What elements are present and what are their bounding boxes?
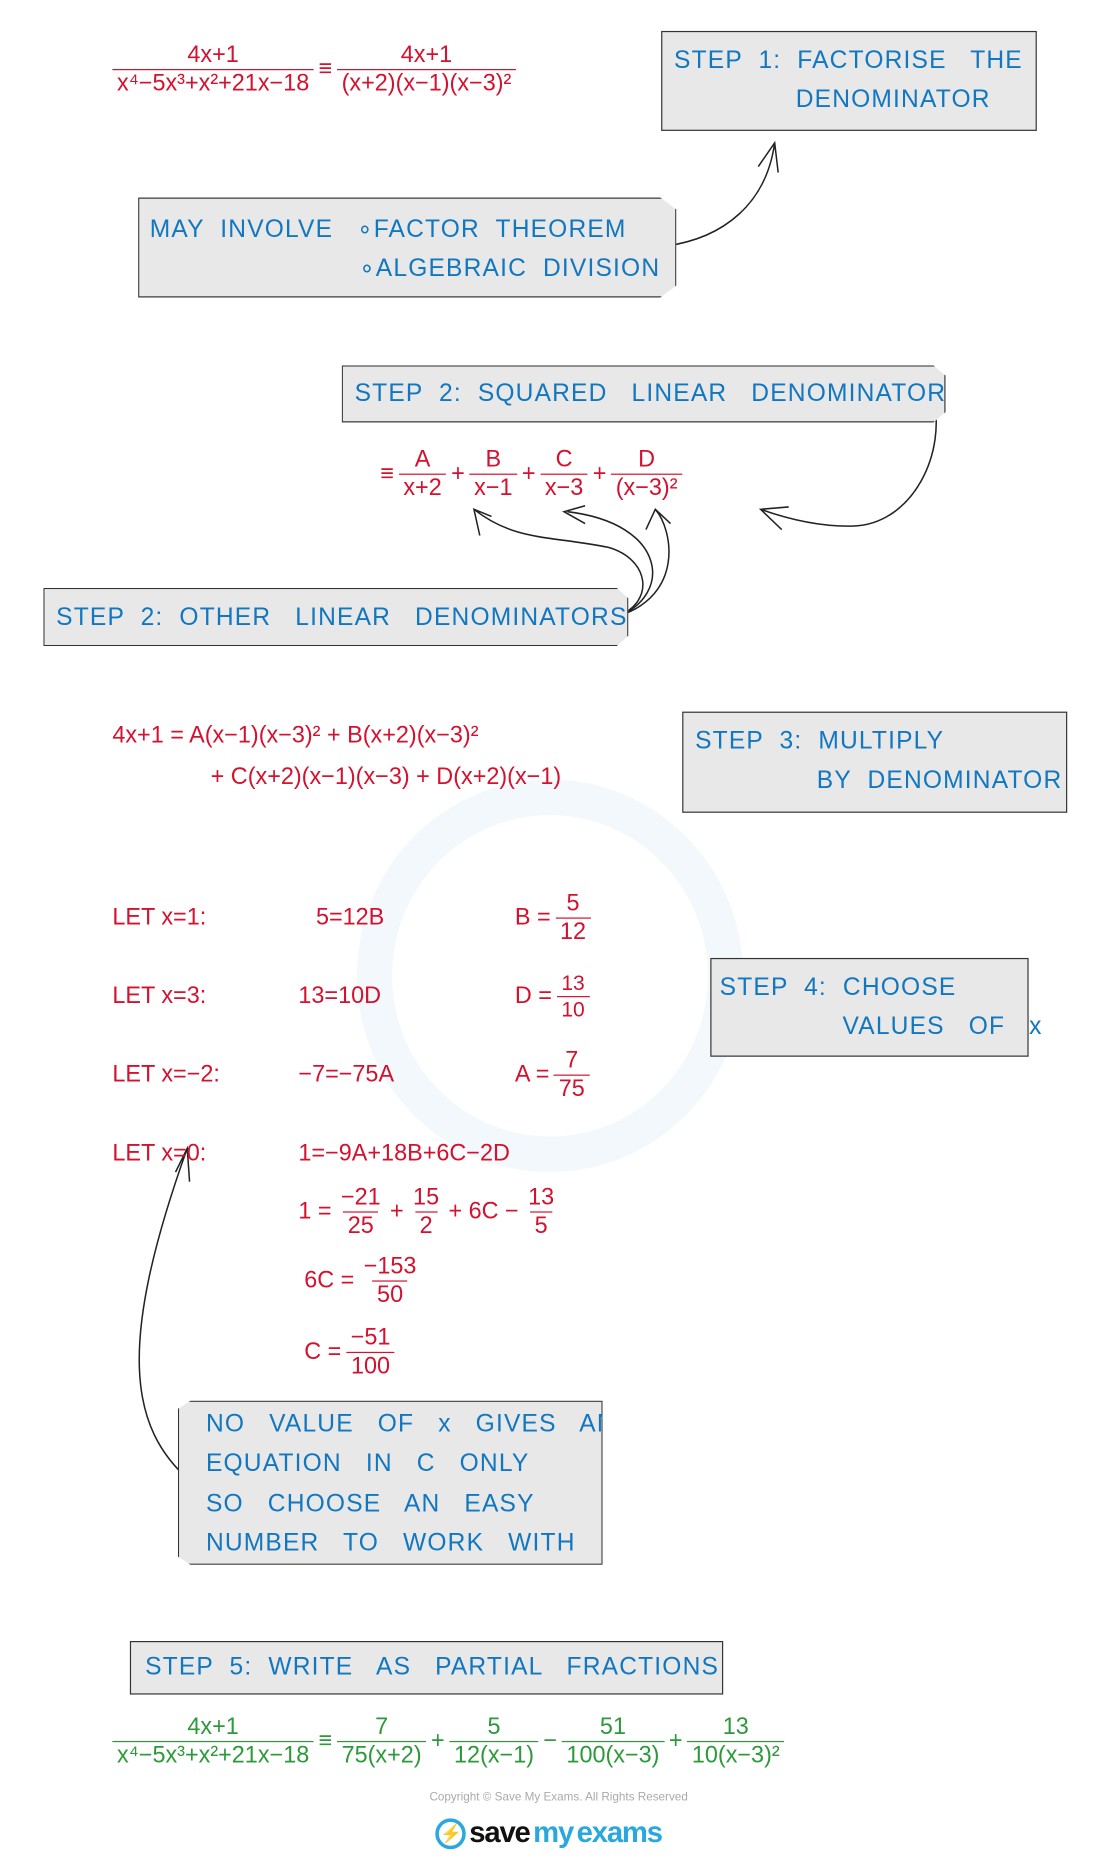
note-line: EQUATION IN C ONLY (205, 1449, 530, 1477)
step1-line2: DENOMINATOR (795, 85, 991, 114)
factorised-fraction: 4x+1 (x+2)(x−1)(x−3)² (336, 42, 517, 98)
step1-line1: STEP 1: FACTORISE THE (674, 46, 1023, 74)
step3-box: STEP 3: MULTIPLY BY DENOMINATOR (682, 711, 1068, 813)
d-value: D = 13 10 (515, 971, 590, 1021)
equiv-sign: ≡ (318, 55, 333, 83)
multiplied-equation-line1: 4x+1 = A(x−1)(x−3)² + B(x+2)(x−3)² (112, 722, 479, 749)
save-my-exams-logo: ⚡ save my exams (435, 1816, 663, 1851)
original-fraction: 4x+1 x⁴−5x³+x²+21x−18 (112, 42, 314, 98)
partial-fraction-form: ≡ Ax+2 + Bx−1 + Cx−3 + D (x−3)² (380, 446, 683, 502)
let-x3-equation: 13=10D (298, 982, 382, 1010)
let-x3-label: LET x=3: (112, 982, 207, 1010)
factor-note-line1: MAY INVOLVE ∘FACTOR THEOREM (149, 215, 627, 243)
step2-squared-text: STEP 2: SQUARED LINEAR DENOMINATOR (354, 379, 947, 407)
working-line1: 1 = −21 25 + 15 2 + 6C − 13 5 (298, 1184, 555, 1239)
step5-text: STEP 5: WRITE AS PARTIAL FRACTIONS (145, 1652, 720, 1681)
lightning-bolt-icon: ⚡ (435, 1817, 466, 1849)
factor-note-line2: ∘ALGEBRAIC DIVISION (359, 254, 661, 283)
term-d: D (x−3)² (611, 446, 683, 502)
copyright-text: Copyright © Save My Exams. All Rights Re… (429, 1790, 688, 1805)
b-value: B = 5 12 (515, 890, 591, 946)
step1-box: STEP 1: FACTORISE THE DENOMINATOR (661, 30, 1037, 131)
step4-line1: STEP 4: CHOOSE (719, 973, 957, 1001)
step2-squared-box: STEP 2: SQUARED LINEAR DENOMINATOR (341, 365, 947, 423)
factor-note-box: MAY INVOLVE ∘FACTOR THEOREM ∘ALGEBRAIC D… (138, 197, 677, 298)
a-value: A = 7 75 (515, 1047, 590, 1103)
factorised-identity: 4x+1 x⁴−5x³+x²+21x−18 ≡ 4x+1 (x+2)(x−1)(… (112, 42, 517, 98)
step3-line2: BY DENOMINATOR (816, 766, 1063, 794)
let-x1-label: LET x=1: (112, 904, 207, 931)
equiv-sign: ≡ (380, 460, 394, 487)
let-x0-label: LET x=0: (112, 1140, 207, 1167)
step2-other-text: STEP 2: OTHER LINEAR DENOMINATORS (56, 603, 628, 631)
step5-box: STEP 5: WRITE AS PARTIAL FRACTIONS (129, 1641, 724, 1695)
final-answer: 4x+1 x⁴−5x³+x²+21x−18 ≡ 7 75(x+2) + 5 12(x−… (112, 1714, 785, 1770)
let-x1-equation: 5=12B (315, 904, 385, 931)
plus-sign: + (521, 460, 536, 487)
term-a: Ax+2 (398, 446, 447, 502)
note-line: NO VALUE OF x GIVES AN (205, 1410, 616, 1438)
step4-box: STEP 4: CHOOSE VALUES OF x (710, 957, 1041, 1057)
step4-line2: VALUES OF x (842, 1012, 1043, 1041)
worked-example: 4x+1 x⁴−5x³+x²+21x−18 ≡ 4x+1 (x+2)(x−1)(… (0, 0, 1100, 1860)
let-xm2-equation: −7=−75A (298, 1061, 395, 1088)
term-b: Bx−1 (469, 446, 518, 502)
step3-line1: STEP 3: MULTIPLY (695, 727, 945, 755)
c-value: C = −51 100 (304, 1324, 395, 1380)
note-line: SO CHOOSE AN EASY (205, 1489, 535, 1518)
arrow-note-to-step1 (664, 140, 779, 248)
let-x0-equation: 1=−9A+18B+6C−2D (298, 1140, 510, 1167)
choose-note-box: NO VALUE OF x GIVES AN EQUATION IN C ONL… (177, 1400, 603, 1565)
note-line: NUMBER TO WORK WITH (205, 1529, 576, 1557)
working-line2: 6C = −153 50 (304, 1253, 417, 1308)
multiplied-equation-line2: + C(x+2)(x−1)(x−3) + D(x+2)(x−1) (210, 763, 562, 791)
let-xm2-label: LET x=−2: (112, 1061, 220, 1088)
term-c: Cx−3 (540, 446, 589, 502)
step2-other-box: STEP 2: OTHER LINEAR DENOMINATORS (43, 587, 629, 647)
plus-sign: + (451, 460, 465, 487)
plus-sign: + (592, 460, 607, 487)
